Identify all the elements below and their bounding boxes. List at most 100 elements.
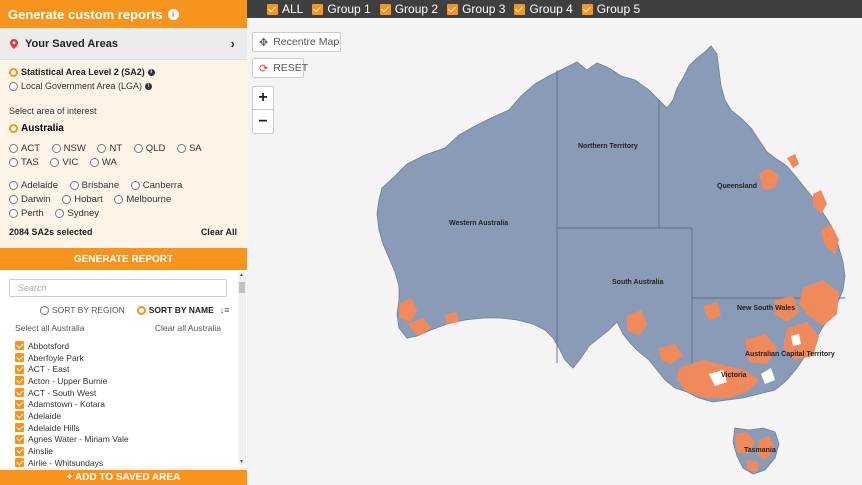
crosshair-icon: ✥: [259, 36, 269, 49]
checkbox-checked-icon[interactable]: [15, 434, 24, 444]
list-item[interactable]: ACT - South West: [15, 387, 225, 399]
radio-city[interactable]: Darwin: [9, 193, 51, 206]
radio-state[interactable]: ACT: [9, 142, 40, 155]
list-item[interactable]: Aberfoyle Park: [15, 352, 225, 364]
list-item[interactable]: Adelaide: [15, 410, 225, 422]
group-filter-bar: ALL Group 1 Group 2 Group 3 Group 4 Group 5: [247, 0, 862, 18]
list-item[interactable]: ACT - East: [15, 363, 225, 375]
selected-count: 2084 SA2s selected: [9, 227, 93, 237]
state-label: WA: [101, 157, 117, 168]
radio-icon: [9, 81, 18, 91]
area-list: Abbotsford Aberfoyle Park ACT - East Acton …: [15, 340, 225, 469]
checkbox-checked-icon[interactable]: [15, 364, 24, 374]
info-icon[interactable]: i: [167, 8, 179, 20]
radio-sort-region[interactable]: [40, 305, 49, 315]
radio-icon: [97, 144, 107, 153]
clear-all-link[interactable]: Clear All: [201, 227, 237, 237]
group-filter-5[interactable]: Group 5: [581, 2, 640, 16]
reset-map-button[interactable]: ⟳ RESET: [252, 58, 308, 78]
radio-australia[interactable]: Australia: [0, 123, 247, 134]
city-options: Adelaide Brisbane Canberra Darwin Hobart…: [0, 179, 247, 221]
recentre-map-button[interactable]: ✥ Recentre Map: [252, 32, 341, 52]
checkbox-checked-icon[interactable]: [267, 3, 278, 15]
map-pin-icon: [10, 38, 18, 49]
app-root: Generate custom reports i Your Saved Are…: [0, 0, 862, 485]
radio-sa2-label: Statistical Area Level 2 (SA2): [21, 67, 145, 77]
group-filter-3[interactable]: Group 3: [447, 2, 505, 16]
city-label: Canberra: [142, 180, 183, 191]
sort-ascending-icon[interactable]: ↓≡: [220, 305, 230, 315]
reset-label: RESET: [273, 62, 309, 74]
list-item-label: ACT - South West: [28, 387, 97, 398]
map-view[interactable]: Northern Territory Queensland Western Au…: [247, 18, 862, 485]
radio-icon: [9, 144, 18, 153]
checkbox-checked-icon[interactable]: [447, 3, 459, 15]
radio-city[interactable]: Perth: [9, 207, 44, 220]
group-filter-2[interactable]: Group 2: [379, 2, 438, 16]
checkbox-checked-icon[interactable]: [312, 3, 324, 15]
add-to-saved-area-button[interactable]: + ADD TO SAVED AREA: [0, 470, 247, 485]
group-filter-1[interactable]: Group 1: [312, 2, 371, 16]
scroll-down-icon[interactable]: ▼: [239, 459, 244, 465]
checkbox-checked-icon[interactable]: [15, 446, 24, 456]
clear-all-australia-link[interactable]: Clear all Australia: [155, 323, 221, 333]
state-options: ACT NSW NT QLD SA TAS VIC WA: [0, 142, 247, 170]
info-icon[interactable]: i: [145, 82, 153, 90]
list-scrollbar[interactable]: ▲ ▼: [238, 272, 246, 465]
scroll-up-icon[interactable]: ▲: [239, 272, 244, 278]
group-filter-0[interactable]: ALL: [267, 2, 303, 16]
checkbox-checked-icon[interactable]: [15, 388, 24, 398]
radio-lga[interactable]: Local Government Area (LGA) i: [0, 80, 247, 92]
select-all-link[interactable]: Select all Australia: [15, 323, 84, 333]
checkbox-checked-icon[interactable]: [15, 353, 24, 363]
radio-state[interactable]: TAS: [9, 156, 39, 169]
sort-options: SORT BY REGION SORT BY NAME ↓≡: [40, 305, 230, 315]
list-item[interactable]: Acton - Upper Burnie: [15, 375, 225, 387]
checkbox-checked-icon[interactable]: [15, 423, 24, 433]
checkbox-checked-icon[interactable]: [15, 458, 24, 468]
search-input[interactable]: Search: [9, 279, 227, 297]
group-filter-4[interactable]: Group 4: [514, 2, 573, 16]
australia-map[interactable]: Northern Territory Queensland Western Au…: [247, 18, 862, 485]
list-item[interactable]: Abbotsford: [15, 340, 225, 352]
saved-areas-toggle[interactable]: Your Saved Areas ›: [0, 28, 247, 60]
radio-city[interactable]: Adelaide: [9, 179, 58, 192]
radio-state[interactable]: SA: [176, 142, 202, 155]
scrollbar-thumb[interactable]: [239, 282, 245, 293]
radio-sa2[interactable]: Statistical Area Level 2 (SA2) i: [0, 66, 247, 78]
zoom-out-button[interactable]: −: [253, 110, 273, 133]
radio-state[interactable]: QLD: [133, 142, 165, 155]
selection-summary: 2084 SA2s selected Clear All: [0, 227, 247, 237]
radio-city[interactable]: Sydney: [55, 207, 99, 220]
radio-sort-name[interactable]: [136, 305, 146, 315]
label-queensland: Queensland: [717, 183, 757, 190]
checkbox-checked-icon[interactable]: [514, 3, 526, 15]
list-item[interactable]: Agnes Water - Miriam Vale: [15, 434, 225, 446]
checkbox-checked-icon[interactable]: [15, 399, 24, 409]
checkbox-checked-icon[interactable]: [15, 411, 24, 421]
radio-city[interactable]: Hobart: [62, 193, 103, 206]
list-item[interactable]: Adamstown - Kotara: [15, 398, 225, 410]
checkbox-checked-icon[interactable]: [379, 3, 391, 15]
radio-city[interactable]: Brisbane: [69, 179, 119, 192]
generate-report-button[interactable]: GENERATE REPORT: [0, 248, 247, 270]
label-tasmania: Tasmania: [744, 447, 776, 454]
radio-city[interactable]: Canberra: [130, 179, 183, 192]
info-icon[interactable]: i: [147, 68, 155, 76]
radio-state[interactable]: NSW: [51, 142, 86, 155]
list-item[interactable]: Airlie - Whitsundays: [15, 457, 225, 469]
radio-state[interactable]: WA: [89, 156, 117, 169]
list-item[interactable]: Adelaide Hills: [15, 422, 225, 434]
state-label: VIC: [62, 157, 79, 168]
radio-icon: [9, 209, 18, 218]
zoom-in-button[interactable]: +: [253, 87, 273, 110]
checkbox-checked-icon[interactable]: [15, 341, 24, 351]
checkbox-checked-icon[interactable]: [581, 3, 593, 15]
radio-state[interactable]: NT: [97, 142, 122, 155]
checkbox-checked-icon[interactable]: [15, 376, 24, 386]
radio-city[interactable]: Melbourne: [114, 193, 171, 206]
list-item[interactable]: Ainslie: [15, 445, 225, 457]
saved-areas-label: Your Saved Areas: [25, 37, 118, 50]
radio-icon: [9, 195, 18, 204]
radio-state[interactable]: VIC: [50, 156, 78, 169]
